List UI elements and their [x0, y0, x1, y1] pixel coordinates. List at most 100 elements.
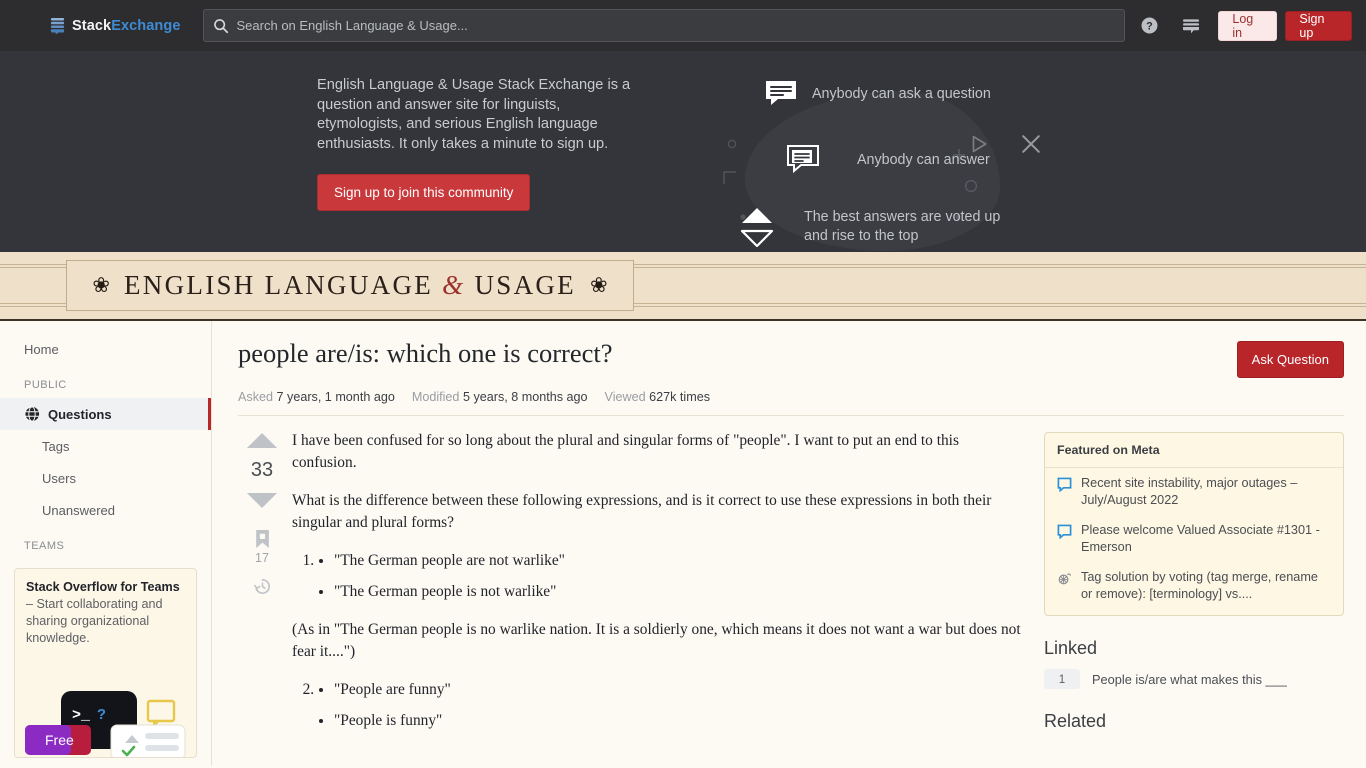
featured-meta-item[interactable]: Tag solution by voting (tag merge, renam… [1045, 562, 1343, 615]
bookmark-count: 17 [255, 551, 269, 565]
hero-description: English Language & Usage Stack Exchange … [317, 77, 631, 152]
globe-icon [24, 406, 40, 422]
sidebar-item-label: Users [42, 470, 76, 486]
teams-free-badge-label: Free [45, 732, 74, 748]
page-body: Home PUBLIC Questions Tags Users Unanswe… [0, 321, 1366, 766]
hero-point-label: The best answers are voted up and rise t… [804, 209, 1001, 244]
fleuron-ornament-right-icon: ❀ [589, 274, 608, 297]
vote-column: 33 17 [238, 430, 286, 748]
upvote-arrow-icon[interactable] [245, 430, 279, 451]
site-title-box[interactable]: ❀ ENGLISH LANGUAGE & USAGE ❀ [66, 260, 634, 311]
teams-promo-body: – Start collaborating and sharing organi… [26, 597, 163, 645]
hero-point-votes: The best answers are voted up and rise t… [737, 206, 1019, 248]
vote-score: 33 [250, 459, 274, 481]
related-heading: Related [1044, 711, 1107, 731]
sidebar-item-label: Home [24, 341, 59, 357]
svg-text:?: ? [97, 707, 106, 724]
teams-promo-title: Stack Overflow for Teams [26, 580, 180, 594]
sidebar-item-home[interactable]: Home [0, 333, 211, 365]
question-meta-stats: Asked 7 years, 1 month ago Modified 5 ye… [238, 390, 1344, 416]
signup-button[interactable]: Sign up [1285, 10, 1352, 41]
hero-point-answer: Anybody can answer [785, 144, 1019, 176]
question-body-text: I have been confused for so long about t… [286, 430, 1044, 748]
inbox-icon [1182, 18, 1199, 33]
sidebar-item-label: Questions [48, 406, 112, 422]
list-item: "The German people are not warlike" [334, 550, 1026, 572]
sidebar-section-public: PUBLIC [24, 379, 67, 391]
help-circle-icon: ? [1142, 17, 1158, 34]
question-ordered-list-2: "People are funny" "People is funny" [318, 679, 1026, 732]
meta-asked: Asked 7 years, 1 month ago [238, 390, 395, 404]
linked-question-row[interactable]: 1 People is/are what makes this ___ [1044, 669, 1344, 689]
stack-exchange-logo[interactable]: StackExchange [50, 17, 181, 34]
meta-viewed: Viewed 627k times [604, 390, 711, 404]
speech-bubble-blue-icon [1057, 477, 1072, 492]
speech-bubble-outline-icon [785, 144, 821, 176]
logo-text: StackExchange [72, 17, 181, 34]
hero-point-ask: Anybody can ask a question [763, 79, 1019, 109]
hero-signup-button[interactable]: Sign up to join this community [317, 174, 531, 211]
featured-on-meta-card: Featured on Meta Recent site instability… [1044, 432, 1344, 616]
linked-score-badge: 1 [1044, 669, 1080, 689]
bookmark-icon[interactable] [254, 529, 271, 549]
site-title: ENGLISH LANGUAGE & USAGE [124, 270, 576, 300]
inbox-button[interactable] [1175, 9, 1206, 43]
teams-promo-text: Stack Overflow for Teams – Start collabo… [15, 569, 196, 647]
question-header: people are/is: which one is correct? Ask… [238, 337, 1344, 378]
sidebar-section-teams: TEAMS [24, 540, 65, 552]
fleuron-ornament-left-icon: ❀ [92, 274, 111, 297]
site-title-banner: ❀ ENGLISH LANGUAGE & USAGE ❀ [0, 252, 1366, 321]
search-input[interactable] [236, 18, 1115, 33]
page-title: people are/is: which one is correct? [238, 338, 613, 368]
speech-bubble-filled-icon [763, 79, 799, 109]
teams-promo-card[interactable]: Stack Overflow for Teams – Start collabo… [14, 568, 197, 758]
search-icon [213, 18, 228, 33]
linked-heading: Linked [1044, 638, 1098, 658]
featured-meta-item[interactable]: Please welcome Valued Associate #1301 - … [1045, 515, 1343, 562]
hero-point-label: Anybody can ask a question [812, 86, 991, 102]
linked-question-title[interactable]: People is/are what makes this ___ [1092, 672, 1287, 687]
left-sidebar: Home PUBLIC Questions Tags Users Unanswe… [0, 321, 212, 766]
sidebar-item-tags[interactable]: Tags [0, 430, 211, 462]
question-main-content: people are/is: which one is correct? Ask… [212, 321, 1366, 766]
sidebar-item-label: Tags [42, 438, 70, 454]
list-item: "The German people is not warlike" [334, 581, 1026, 603]
teams-promo-illustration: >_ ? Free [15, 685, 196, 757]
vote-arrows-icon [737, 206, 777, 248]
question-paragraph-2: What is the difference between these fol… [292, 492, 992, 531]
featured-meta-item[interactable]: Recent site instability, major outages –… [1045, 468, 1343, 515]
ask-question-button[interactable]: Ask Question [1236, 341, 1344, 378]
sidebar-item-users[interactable]: Users [0, 462, 211, 494]
stack-exchange-logo-icon [50, 18, 65, 34]
meta-modified: Modified 5 years, 8 months ago [411, 390, 588, 404]
sidebar-item-questions[interactable]: Questions [0, 398, 211, 430]
speech-bubble-blue-icon [1057, 524, 1072, 539]
tumbleweed-icon [1058, 573, 1071, 585]
list-item: "The German people are not warlike" "The… [318, 550, 1026, 603]
question-body-row: 33 17 I have been confused for so long a… [238, 430, 1344, 748]
signup-hero-banner: English Language & Usage Stack Exchange … [0, 51, 1366, 252]
question-paragraph-1: I have been confused for so long about t… [292, 432, 959, 471]
question-bullet-list-1: "The German people are not warlike" "The… [334, 550, 1026, 603]
question-bullet-list-2: "People are funny" "People is funny" [334, 679, 1026, 732]
question-ordered-list: "The German people are not warlike" "The… [318, 550, 1026, 603]
list-item: "People are funny" [334, 679, 1026, 701]
sidebar-item-unanswered[interactable]: Unanswered [0, 494, 211, 526]
list-item: "People is funny" [334, 710, 1026, 732]
login-button[interactable]: Log in [1218, 10, 1278, 41]
featured-on-meta-title: Featured on Meta [1045, 433, 1343, 468]
downvote-arrow-icon[interactable] [245, 490, 279, 511]
search-bar[interactable] [202, 9, 1125, 42]
top-navigation-bar: StackExchange ? Log in Sign up [0, 0, 1366, 51]
hero-left-column: English Language & Usage Stack Exchange … [317, 76, 737, 248]
right-sidebar: Featured on Meta Recent site instability… [1044, 430, 1344, 748]
hero-points-column: Anybody can ask a question Anybody can a… [740, 76, 1019, 248]
svg-text:>_: >_ [72, 707, 91, 724]
hero-point-label: Anybody can answer [857, 152, 990, 168]
edit-history-clock-icon[interactable] [253, 577, 272, 596]
list-item: "People are funny" "People is funny" [318, 679, 1026, 732]
help-button[interactable]: ? [1135, 9, 1166, 43]
question-paragraph-3: (As in "The German people is no warlike … [292, 621, 1021, 660]
svg-text:?: ? [1147, 21, 1154, 33]
sidebar-item-label: Unanswered [42, 502, 115, 518]
